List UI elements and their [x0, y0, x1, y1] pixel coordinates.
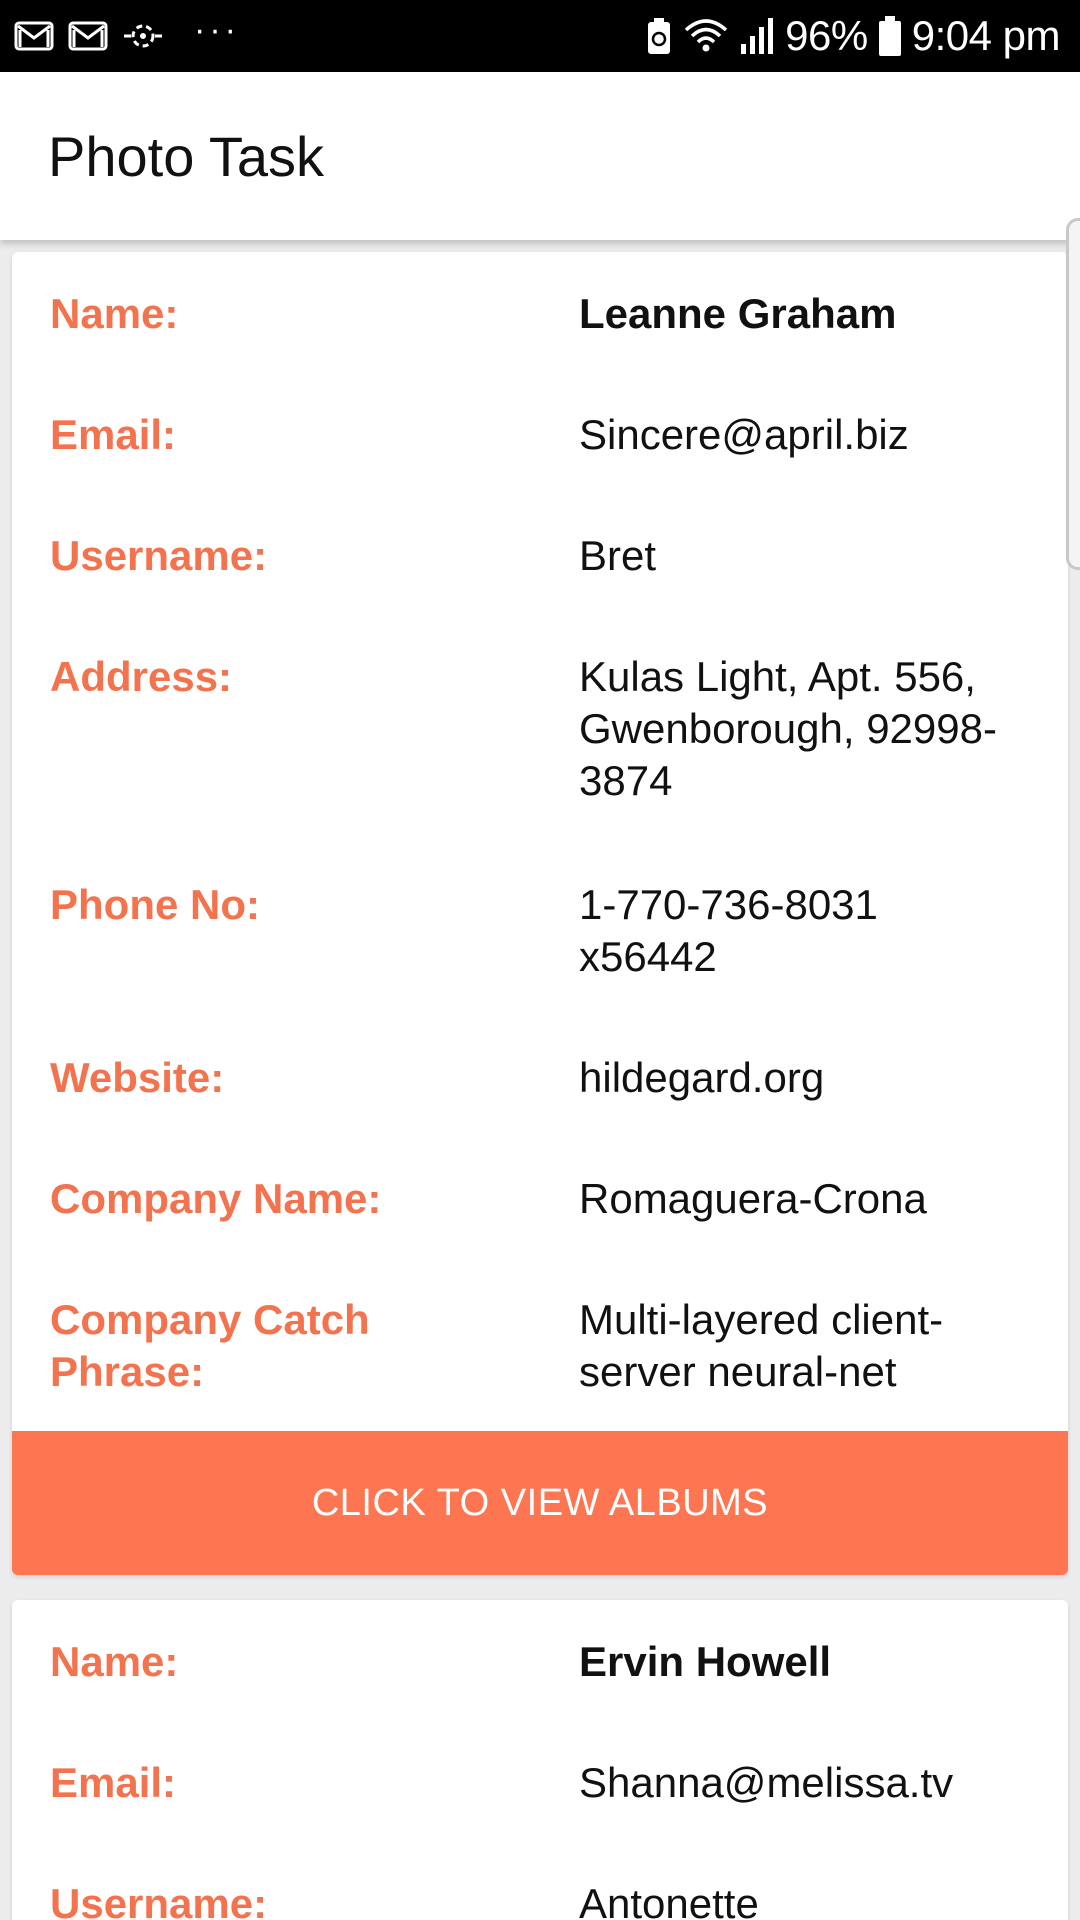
gmail-icon: [14, 20, 54, 52]
wifi-icon: [683, 16, 729, 56]
battery-saver-icon: [645, 16, 673, 56]
email-label: Email:: [50, 411, 177, 458]
email-label: Email:: [50, 1759, 177, 1806]
username-label: Username:: [50, 532, 268, 579]
company-name-value: Romaguera-Crona: [579, 1175, 927, 1222]
catch-phrase-value: Multi-layered client-server neural-net: [579, 1296, 944, 1395]
status-bar: ··· 96% 9:04 pm: [0, 0, 1080, 72]
signal-icon: [739, 16, 775, 56]
scrollbar[interactable]: [1066, 218, 1080, 570]
username-value: Antonette: [579, 1880, 759, 1920]
page-title: Photo Task: [48, 124, 325, 188]
user-card: Name: Ervin Howell Email: Shanna@melissa…: [12, 1600, 1068, 1920]
username-value: Bret: [579, 532, 657, 579]
name-value: Ervin Howell: [579, 1638, 832, 1685]
user-card: Name: Leanne Graham Email: Sincere@april…: [12, 252, 1068, 1575]
phone-label: Phone No:: [50, 881, 260, 928]
battery-percentage: 96%: [785, 12, 868, 59]
view-albums-button[interactable]: CLICK TO VIEW ALBUMS: [12, 1431, 1068, 1575]
name-label: Name:: [50, 290, 179, 337]
more-notifications-dots: ···: [194, 10, 240, 49]
email-value: Sincere@april.biz: [579, 411, 909, 458]
name-value: Leanne Graham: [579, 290, 897, 337]
clock: 9:04 pm: [911, 12, 1061, 59]
phone-value: 1-770-736-8031 x56442: [579, 881, 878, 980]
battery-icon: [878, 15, 902, 57]
app-bar: Photo Task: [0, 72, 1080, 240]
username-label: Username:: [50, 1880, 268, 1920]
catch-phrase-label: Company Catch Phrase:: [50, 1296, 370, 1395]
website-value: hildegard.org: [579, 1054, 825, 1101]
address-label: Address:: [50, 653, 233, 700]
sync-icon: [122, 19, 164, 53]
gmail-icon: [68, 20, 108, 52]
name-label: Name:: [50, 1638, 179, 1685]
email-value: Shanna@melissa.tv: [579, 1759, 954, 1806]
company-name-label: Company Name:: [50, 1175, 382, 1222]
website-label: Website:: [50, 1054, 225, 1101]
address-value: Kulas Light, Apt. 556, Gwenborough, 9299…: [579, 653, 997, 804]
